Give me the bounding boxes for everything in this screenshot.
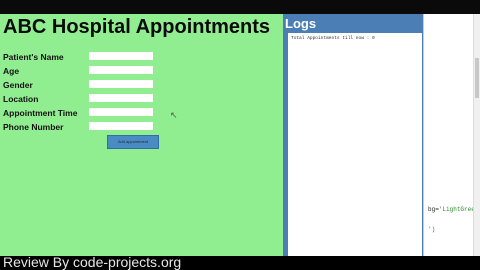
field-row-age: Age [0,65,283,79]
code-line-2: ') [428,226,435,233]
window-top-strip [0,0,480,14]
code-line-2-text: ') [428,226,436,233]
gender-input[interactable] [89,80,153,88]
patient-name-input[interactable] [89,52,153,60]
age-label: Age [3,66,20,76]
field-row-gender: Gender [0,79,283,93]
logs-text: Total Appointments till now : 0 [291,36,375,41]
logs-textarea[interactable]: Total Appointments till now : 0 [288,33,422,256]
patient-name-label: Patient's Name [3,52,64,62]
code-line-1-prefix: bg= [428,206,439,213]
mouse-cursor-icon: ↖ [170,110,178,120]
age-input[interactable] [89,66,153,74]
logs-panel: Logs Total Appointments till now : 0 [283,14,423,256]
form-title: ABC Hospital Appointments [3,16,271,38]
field-row-phone-number: Phone Number [0,121,283,135]
editor-scrollbar[interactable] [473,14,480,256]
field-row-patient-name: Patient's Name [0,51,283,65]
gender-label: Gender [3,80,33,90]
appointment-time-label: Appointment Time [3,108,78,118]
code-editor-panel: bg='LightGree ') [423,14,480,256]
phone-number-label: Phone Number [3,122,64,132]
code-line-1: bg='LightGree [428,206,475,213]
location-label: Location [3,94,39,104]
phone-number-input[interactable] [89,122,153,130]
appointment-time-input[interactable] [89,108,153,116]
code-line-1-string: 'LightGree [438,206,475,213]
editor-scroll-thumb[interactable] [475,58,479,98]
field-row-location: Location [0,93,283,107]
add-appointment-button[interactable]: Add appointment [107,135,159,149]
appointment-form-panel: ABC Hospital Appointments Patient's Name… [0,14,283,256]
logs-title: Logs [285,16,317,31]
watermark-text: Review By code-projects.org [3,254,182,270]
field-row-appointment-time: Appointment Time [0,107,283,121]
location-input[interactable] [89,94,153,102]
